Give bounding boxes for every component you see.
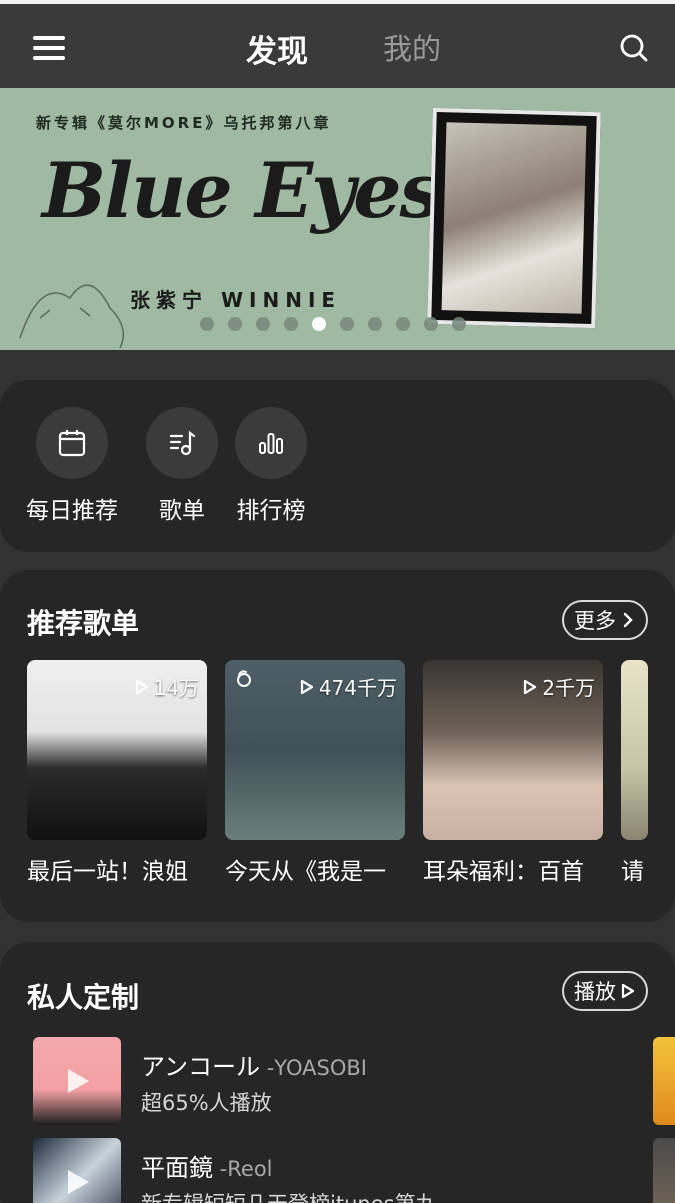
play-count: 474千万 xyxy=(299,672,397,701)
play-icon xyxy=(524,679,537,694)
more-button-label: 更多 xyxy=(574,609,616,633)
playlist-cover-image: 474千万 xyxy=(225,660,405,840)
playlist-name: 今天从《我是一 xyxy=(225,859,386,885)
carousel-dot[interactable] xyxy=(340,317,354,331)
play-all-button[interactable]: 播放 xyxy=(562,971,648,1011)
chevron-right-icon xyxy=(623,612,633,628)
song-title: 平面鏡 -Reol xyxy=(141,1154,273,1182)
next-page-cover xyxy=(653,1037,675,1125)
shortcut-charts[interactable]: 排行榜 xyxy=(235,407,307,525)
menu-icon[interactable] xyxy=(33,36,65,60)
personal-picks-section: 私人定制 播放 アンコール -YOASOBI 超65%人播放 平面鏡 -Reol… xyxy=(0,942,675,1203)
tab-discover[interactable]: 发现 xyxy=(246,26,308,71)
playlist-name: 耳朵福利：百首 xyxy=(423,859,584,885)
calendar-icon xyxy=(58,430,86,457)
shortcut-playlist[interactable]: 歌单 xyxy=(146,407,218,525)
play-count: 2千万 xyxy=(522,672,595,701)
play-all-label: 播放 xyxy=(574,980,616,1004)
play-overlay-icon[interactable] xyxy=(65,1168,91,1196)
song-row[interactable]: アンコール -YOASOBI 超65%人播放 xyxy=(33,1037,367,1125)
playlist-card[interactable]: 2千万 耳朵福利：百首 xyxy=(423,660,603,886)
song-cover-image xyxy=(33,1138,121,1203)
shortcut-label: 每日推荐 xyxy=(26,498,118,524)
carousel-dot[interactable] xyxy=(368,317,382,331)
banner-subtitle: 新专辑《莫尔MORE》乌托邦第八章 xyxy=(36,114,332,132)
play-icon xyxy=(135,679,148,694)
banner-carousel[interactable]: 新专辑《莫尔MORE》乌托邦第八章 Blue Eyes 张紫宁 WINNIE xyxy=(0,88,675,350)
top-nav-bar: 发现 我的 xyxy=(0,4,675,88)
carousel-indicator xyxy=(200,317,466,331)
playlist-cover-image: 14万 xyxy=(27,660,207,840)
song-description: 超65%人播放 xyxy=(141,1091,272,1115)
more-button[interactable]: 更多 xyxy=(562,600,648,640)
banner-artist-photo xyxy=(427,107,601,329)
search-icon[interactable] xyxy=(619,33,649,63)
carousel-dot[interactable] xyxy=(228,317,242,331)
carousel-dot[interactable] xyxy=(452,317,466,331)
playlist-card[interactable]: 14万 最后一站！浪姐 xyxy=(27,660,207,886)
shortcut-bar: 每日推荐 歌单 排行榜 xyxy=(0,380,675,552)
carousel-dot[interactable] xyxy=(284,317,298,331)
song-artist: -YOASOBI xyxy=(260,1056,367,1080)
carousel-dot[interactable] xyxy=(256,317,270,331)
song-cover-image xyxy=(33,1037,121,1125)
playlist-cover-image xyxy=(621,660,648,840)
tab-mine[interactable]: 我的 xyxy=(383,26,441,68)
play-icon xyxy=(300,679,313,694)
carousel-dot[interactable] xyxy=(396,317,410,331)
netease-logo-icon xyxy=(237,670,251,687)
cat-sketch-image xyxy=(19,284,125,348)
song-title: アンコール -YOASOBI xyxy=(141,1053,367,1081)
chart-icon xyxy=(259,433,283,454)
carousel-dot[interactable] xyxy=(200,317,214,331)
song-description: 新专辑短短几天登榜itunes第九 xyxy=(141,1188,437,1203)
playlist-icon xyxy=(169,430,196,456)
playlist-name: 最后一站！浪姐 xyxy=(27,859,188,885)
song-artist: -Reol xyxy=(213,1157,273,1181)
play-overlay-icon[interactable] xyxy=(65,1067,91,1095)
playlist-card[interactable]: 请 xyxy=(621,660,648,886)
shortcut-label: 歌单 xyxy=(159,498,205,524)
playlist-name: 请 xyxy=(621,859,644,885)
playlist-cover-image: 2千万 xyxy=(423,660,603,840)
shortcut-daily[interactable]: 每日推荐 xyxy=(26,407,118,525)
recommended-playlists-section: 推荐歌单 更多 14万 最后一站！浪姐 474千万 今天从《我是一 2千万 耳朵… xyxy=(0,570,675,922)
song-row[interactable]: 平面鏡 -Reol 新专辑短短几天登榜itunes第九 xyxy=(33,1138,437,1203)
carousel-dot[interactable] xyxy=(312,317,326,331)
play-count: 14万 xyxy=(134,672,199,701)
carousel-dot[interactable] xyxy=(424,317,438,331)
section-title: 推荐歌单 xyxy=(27,607,140,640)
section-title: 私人定制 xyxy=(27,981,140,1014)
shortcut-label: 排行榜 xyxy=(236,498,306,524)
banner-artist: 张紫宁 WINNIE xyxy=(130,288,342,312)
playlist-card[interactable]: 474千万 今天从《我是一 xyxy=(225,660,405,886)
play-icon xyxy=(621,983,635,999)
next-page-cover xyxy=(653,1138,675,1203)
banner-title: Blue Eyes xyxy=(42,146,442,235)
